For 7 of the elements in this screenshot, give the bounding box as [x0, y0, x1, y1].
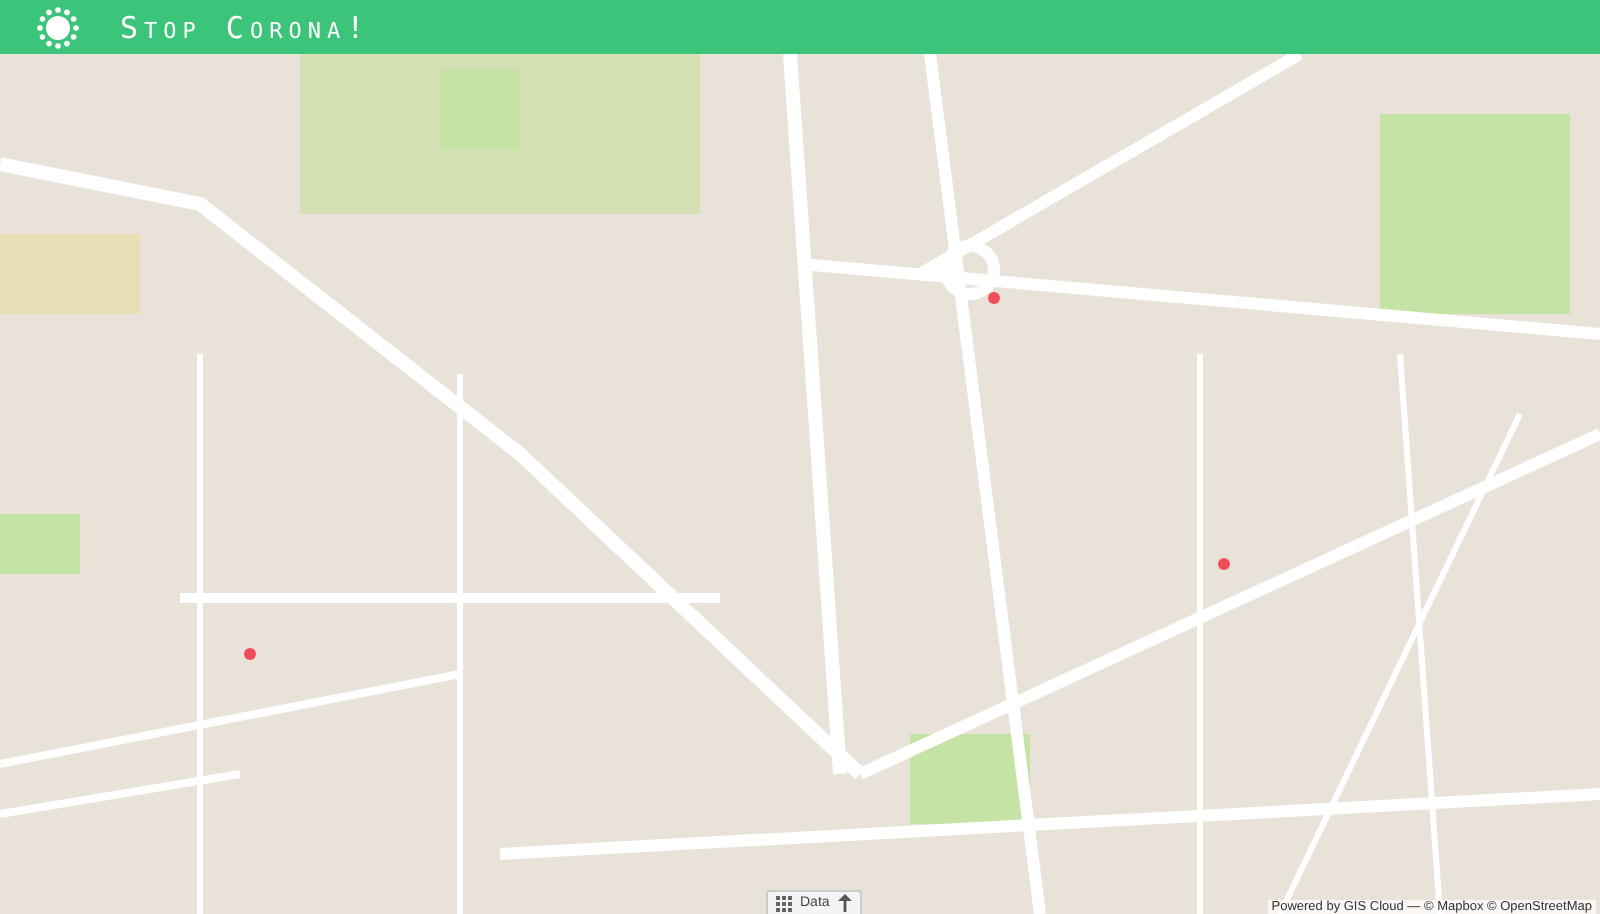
app-title: Stop Corona! [120, 9, 371, 45]
map-marker[interactable] [988, 292, 1000, 304]
arrow-up-icon [837, 894, 852, 912]
map-marker[interactable] [1218, 558, 1230, 570]
virus-icon [36, 5, 80, 49]
grid-icon [776, 895, 792, 911]
map-marker[interactable] [244, 648, 256, 660]
